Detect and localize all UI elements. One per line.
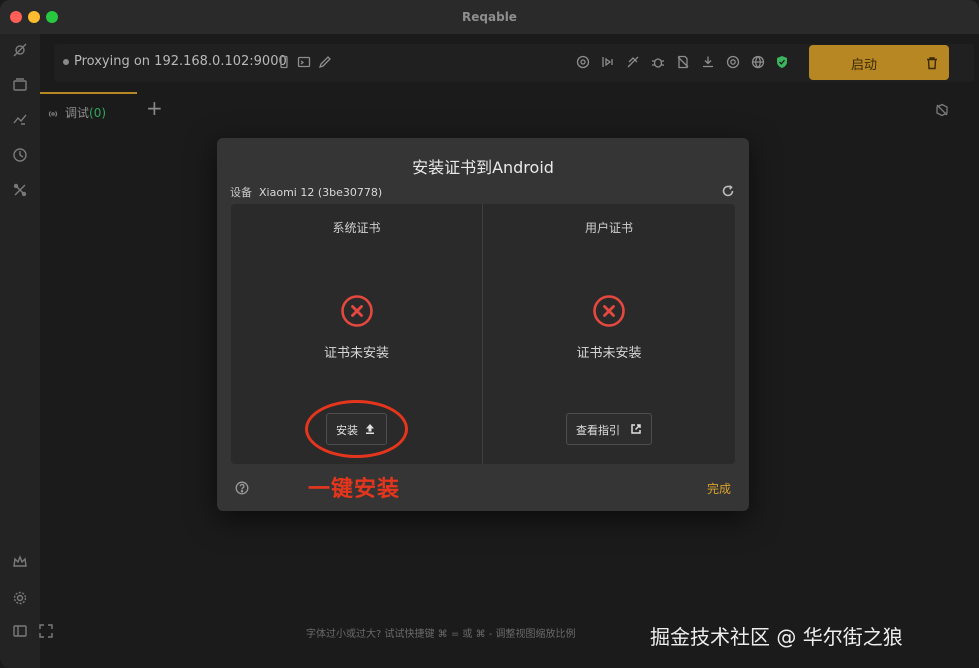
sidebar-satellite-icon[interactable]: [12, 42, 28, 58]
refresh-icon[interactable]: [721, 183, 735, 197]
file-off-icon[interactable]: [676, 55, 690, 69]
start-button-label: 启动: [850, 58, 877, 73]
system-certificate-title: 系统证书: [332, 221, 381, 235]
user-certificate-panel: 用户证书 证书未安装 查看指引: [483, 204, 735, 464]
proxy-status-dot: [63, 59, 69, 65]
trash-icon[interactable]: [925, 55, 939, 70]
tab-debug-label: 调试(0): [65, 104, 106, 121]
view-guide-button-label: 查看指引: [576, 424, 620, 437]
install-certificate-dialog: 安装证书到Android 设备 Xiaomi 12 (3be30778) 系统证…: [217, 138, 749, 511]
sidebar-history-icon[interactable]: [12, 147, 28, 163]
user-certificate-status: 证书未安装: [576, 346, 642, 361]
at-sign-icon[interactable]: [576, 55, 590, 69]
tab-debug[interactable]: 调试(0): [40, 92, 137, 126]
sidebar-function-icon[interactable]: [12, 112, 28, 128]
dialog-title: 安装证书到Android: [412, 158, 554, 177]
edit-pencil-icon[interactable]: [318, 55, 332, 69]
script-bug-icon[interactable]: [651, 55, 665, 69]
watermark-text: 掘金技术社区 @ 华尔街之狼: [650, 625, 903, 649]
add-tab-plus-icon[interactable]: +: [146, 98, 163, 118]
device-name: Xiaomi 12 (3be30778): [259, 186, 383, 199]
cube-off-icon[interactable]: [935, 102, 949, 117]
help-question-icon[interactable]: [235, 480, 249, 495]
sidebar-settings-gear-icon[interactable]: [12, 590, 28, 606]
title-bar: Reqable: [0, 0, 979, 34]
phone-icon[interactable]: [277, 55, 291, 69]
download-icon[interactable]: [701, 55, 715, 69]
error-x-icon: [592, 294, 626, 328]
tab-debug-count: (0): [89, 106, 107, 120]
device-row: 设备 Xiaomi 12 (3be30778): [230, 184, 382, 200]
breakpoint-icon[interactable]: [601, 55, 615, 69]
rewrite-off-icon[interactable]: [626, 55, 640, 69]
status-bar: 字体过小或过大? 试试快捷键 ⌘ = 或 ⌘ - 调整视图缩放比例 掘金技术社区…: [0, 620, 979, 668]
system-certificate-status: 证书未安装: [323, 346, 389, 361]
external-link-icon: [630, 423, 642, 435]
annotation-circle: [305, 400, 408, 458]
tab-bar: 调试(0) +: [40, 92, 979, 126]
proxy-status-text: Proxying on 192.168.0.102:9000: [74, 54, 287, 69]
sidebar: [0, 34, 53, 668]
app-window: Reqable Proxying on 192.168.0.102:9000 启…: [0, 0, 979, 668]
annotation-text: 一键安装: [308, 477, 401, 502]
user-certificate-title: 用户证书: [584, 221, 633, 235]
done-button[interactable]: 完成: [707, 480, 731, 497]
target-icon[interactable]: [726, 55, 740, 69]
terminal-icon[interactable]: [297, 55, 311, 69]
globe-icon[interactable]: [751, 55, 765, 69]
status-hint-text: 字体过小或过大? 试试快捷键 ⌘ = 或 ⌘ - 调整视图缩放比例: [306, 629, 576, 640]
device-label: 设备: [230, 186, 252, 199]
error-x-icon: [340, 294, 374, 328]
window-title: Reqable: [462, 10, 517, 24]
shield-check-icon[interactable]: [775, 55, 789, 69]
start-button[interactable]: 启动: [809, 45, 949, 80]
tab-debug-text: 调试: [65, 106, 90, 120]
view-guide-button[interactable]: 查看指引: [566, 413, 652, 445]
broadcast-icon: [47, 105, 59, 117]
toolbar: Proxying on 192.168.0.102:9000 启动: [40, 34, 979, 92]
sidebar-tools-icon[interactable]: [12, 182, 28, 198]
sidebar-crown-icon[interactable]: [12, 554, 28, 570]
sidebar-archive-icon[interactable]: [12, 77, 28, 93]
